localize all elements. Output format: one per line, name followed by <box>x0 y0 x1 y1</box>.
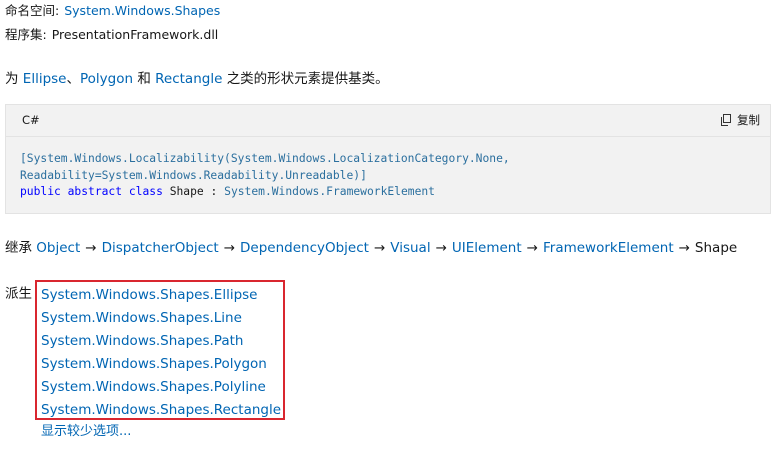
rectangle-link[interactable]: Rectangle <box>155 71 222 87</box>
code-base-type: System.Windows.FrameworkElement <box>224 185 435 198</box>
inheritance-link-uielement[interactable]: UIElement <box>452 240 522 256</box>
assembly-line: 程序集: PresentationFramework.dll <box>5 26 218 44</box>
arrow-icon: → <box>223 240 236 256</box>
arrow-icon: → <box>526 240 538 256</box>
assembly-label: 程序集: <box>5 27 47 42</box>
copy-button[interactable]: 复制 <box>720 112 760 128</box>
polygon-link[interactable]: Polygon <box>80 71 133 87</box>
summary-and: 和 <box>137 71 151 87</box>
arrow-icon: → <box>373 240 386 256</box>
inheritance-label: 继承 <box>5 240 32 256</box>
derived-label: 派生 <box>5 286 32 302</box>
inheritance-link-dispatcherobject[interactable]: DispatcherObject <box>102 240 219 256</box>
list-item: System.Windows.Shapes.Path <box>41 330 281 353</box>
list-item: System.Windows.Shapes.Ellipse <box>41 284 281 307</box>
ellipse-link[interactable]: Ellipse <box>23 71 67 87</box>
inheritance-current: Shape <box>694 240 738 256</box>
derived-list: System.Windows.Shapes.Ellipse System.Win… <box>41 284 281 422</box>
code-block: C# 复制 [System.Windows.Localizability(Sys… <box>5 104 771 214</box>
derived-link-line[interactable]: System.Windows.Shapes.Line <box>41 310 242 326</box>
inheritance-link-object[interactable]: Object <box>36 240 80 256</box>
arrow-icon: → <box>85 240 97 256</box>
summary-suffix: 之类的形状元素提供基类。 <box>226 71 389 87</box>
arrow-icon: → <box>435 240 447 256</box>
derived-link-polygon[interactable]: System.Windows.Shapes.Polygon <box>41 356 267 372</box>
namespace-line: 命名空间: System.Windows.Shapes <box>5 2 220 20</box>
copy-icon <box>720 114 732 126</box>
list-item: System.Windows.Shapes.Line <box>41 307 281 330</box>
summary-separator: 、 <box>66 71 81 87</box>
code-keyword-abstract: abstract <box>67 185 123 198</box>
code-attribute-line1: [System.Windows.Localizability(System.Wi… <box>20 152 510 165</box>
code-colon: : <box>210 185 218 198</box>
code-language-label: C# <box>22 113 40 127</box>
inheritance-link-frameworkelement[interactable]: FrameworkElement <box>543 240 674 256</box>
list-item: System.Windows.Shapes.Polyline <box>41 376 281 399</box>
summary-text: 为 Ellipse、Polygon 和 Rectangle 之类的形状元素提供基… <box>5 69 389 89</box>
derived-link-rectangle[interactable]: System.Windows.Shapes.Rectangle <box>41 402 281 418</box>
derived-link-path[interactable]: System.Windows.Shapes.Path <box>41 333 243 349</box>
code-keyword-public: public <box>20 185 61 198</box>
inheritance-line: 继承 Object → DispatcherObject → DependencyObj… <box>5 238 737 258</box>
inheritance-link-dependencyobject[interactable]: DependencyObject <box>240 240 369 256</box>
code-keyword-class: class <box>128 185 163 198</box>
namespace-label: 命名空间: <box>5 3 60 18</box>
show-less-button[interactable]: 显示较少选项... <box>41 422 131 442</box>
derived-link-polyline[interactable]: System.Windows.Shapes.Polyline <box>41 379 266 395</box>
derived-link-ellipse[interactable]: System.Windows.Shapes.Ellipse <box>41 287 257 303</box>
assembly-value: PresentationFramework.dll <box>51 27 219 42</box>
summary-prefix: 为 <box>5 71 19 87</box>
code-header: C# 复制 <box>6 105 770 137</box>
code-attribute-line2: Readability=System.Windows.Readability.U… <box>20 168 367 182</box>
copy-label: 复制 <box>737 113 760 127</box>
arrow-icon: → <box>678 240 690 256</box>
list-item: System.Windows.Shapes.Rectangle <box>41 399 281 422</box>
list-item: System.Windows.Shapes.Polygon <box>41 353 281 376</box>
code-content: [System.Windows.Localizability(System.Wi… <box>20 151 510 201</box>
code-class-name: Shape <box>169 185 204 198</box>
inheritance-link-visual[interactable]: Visual <box>390 240 430 256</box>
namespace-link[interactable]: System.Windows.Shapes <box>64 3 220 18</box>
